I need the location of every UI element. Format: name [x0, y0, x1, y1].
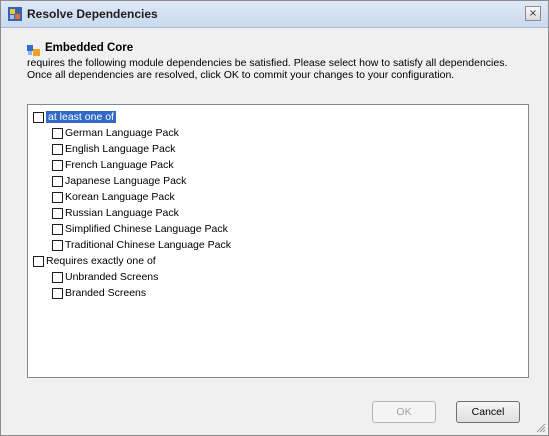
resize-grip-icon[interactable]: [534, 421, 546, 433]
item-checkbox[interactable]: [52, 127, 63, 139]
tree-item-label: Traditional Chinese Language Pack: [65, 239, 231, 251]
app-icon: [8, 7, 22, 21]
ok-button[interactable]: OK: [372, 401, 436, 423]
tree-item[interactable]: Korean Language Pack: [52, 190, 175, 204]
item-checkbox[interactable]: [52, 191, 63, 203]
item-checkbox[interactable]: [52, 223, 63, 235]
tree-item-label: Unbranded Screens: [65, 271, 159, 283]
dependency-tree[interactable]: at least one of German Language Pack Eng…: [27, 104, 529, 378]
resolve-dependencies-dialog: Resolve Dependencies × Embedded Core req…: [0, 0, 549, 436]
tree-item[interactable]: Traditional Chinese Language Pack: [52, 238, 231, 252]
item-checkbox[interactable]: [52, 271, 63, 283]
module-name: Embedded Core: [45, 42, 134, 54]
dependency-description: requires the following module dependenci…: [27, 57, 532, 81]
group-checkbox[interactable]: [33, 255, 44, 267]
tree-group-exactly-one[interactable]: Requires exactly one of: [33, 254, 156, 268]
item-checkbox[interactable]: [52, 239, 63, 251]
title-bar[interactable]: Resolve Dependencies ×: [1, 1, 548, 28]
item-checkbox[interactable]: [52, 143, 63, 155]
tree-item-label: Russian Language Pack: [65, 207, 179, 219]
close-button[interactable]: ×: [525, 6, 541, 21]
tree-item[interactable]: German Language Pack: [52, 126, 179, 140]
tree-item[interactable]: Branded Screens: [52, 286, 146, 300]
tree-group-label: at least one of: [46, 111, 116, 123]
tree-item-label: Branded Screens: [65, 287, 147, 299]
module-icon: [27, 45, 40, 56]
tree-group-at-least-one[interactable]: at least one of: [33, 110, 116, 124]
tree-item[interactable]: English Language Pack: [52, 142, 175, 156]
cancel-button[interactable]: Cancel: [456, 401, 520, 423]
item-checkbox[interactable]: [52, 207, 63, 219]
item-checkbox[interactable]: [52, 287, 63, 299]
tree-item-label: Simplified Chinese Language Pack: [65, 223, 228, 235]
window-title: Resolve Dependencies: [27, 7, 158, 21]
tree-item-label: English Language Pack: [65, 143, 176, 155]
item-checkbox[interactable]: [52, 159, 63, 171]
description-line-2: Once all dependencies are resolved, clic…: [27, 69, 455, 81]
item-checkbox[interactable]: [52, 175, 63, 187]
tree-item-label: French Language Pack: [65, 159, 174, 171]
tree-item[interactable]: Russian Language Pack: [52, 206, 179, 220]
tree-item[interactable]: Japanese Language Pack: [52, 174, 186, 188]
tree-item[interactable]: Unbranded Screens: [52, 270, 158, 284]
tree-item-label: Korean Language Pack: [65, 191, 175, 203]
description-line-1: requires the following module dependenci…: [27, 57, 508, 69]
tree-item[interactable]: French Language Pack: [52, 158, 174, 172]
tree-group-label: Requires exactly one of: [46, 255, 156, 267]
group-checkbox[interactable]: [33, 111, 44, 123]
tree-item[interactable]: Simplified Chinese Language Pack: [52, 222, 228, 236]
tree-item-label: German Language Pack: [65, 127, 179, 139]
tree-item-label: Japanese Language Pack: [65, 175, 187, 187]
